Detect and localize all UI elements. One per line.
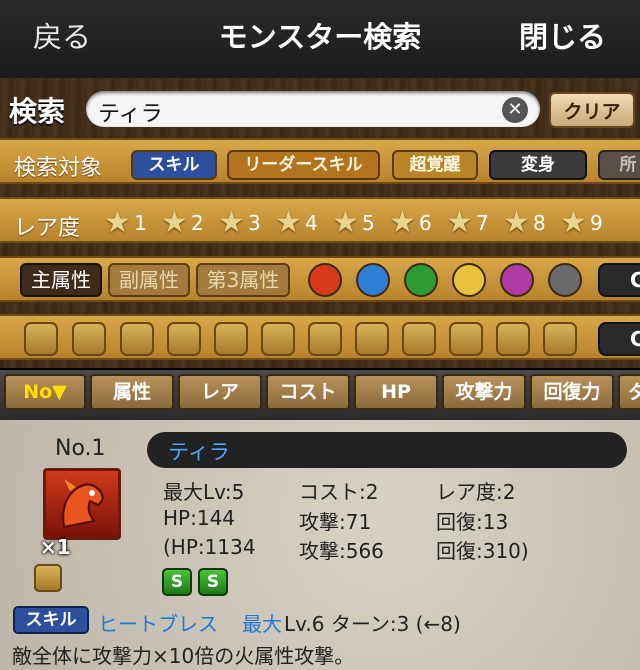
rarity-level[interactable]: 1 <box>134 211 161 235</box>
skill-boost-icon: S <box>198 568 228 596</box>
monster-number: No.1 <box>55 436 106 461</box>
star-icon[interactable]: ★ <box>275 205 305 240</box>
star-icon[interactable]: ★ <box>161 205 191 240</box>
main-attribute-button[interactable]: 主属性 <box>20 263 102 297</box>
skill-name: ヒートブレス <box>98 612 218 636</box>
awakening-icon[interactable] <box>355 322 389 356</box>
awakening-icon[interactable] <box>24 322 58 356</box>
awakening-icon[interactable] <box>449 322 483 356</box>
stat-recovery-max: 回復:310) <box>436 539 529 563</box>
rarity-level[interactable]: 9 <box>590 211 617 235</box>
sort-tab-no[interactable]: No▼ <box>4 374 86 410</box>
stat-hp-max: (HP:1134 <box>163 535 256 559</box>
sort-tab-more[interactable]: ダ <box>618 374 640 410</box>
monster-count: ×1 <box>40 535 71 559</box>
awakening-icon[interactable] <box>72 322 106 356</box>
search-label: 検索 <box>9 95 66 128</box>
skill-badge: スキル <box>13 606 89 634</box>
awakening-icon[interactable] <box>167 322 201 356</box>
target-leader-skill-chip[interactable]: リーダースキル <box>227 150 380 180</box>
fire-orb-icon[interactable] <box>308 263 342 297</box>
awakening-icon[interactable] <box>214 322 248 356</box>
rarity-level[interactable]: 3 <box>248 211 275 235</box>
target-skill-chip[interactable]: スキル <box>131 150 217 180</box>
target-transform-chip[interactable]: 変身 <box>489 150 587 180</box>
stat-attack-max: 攻撃:566 <box>299 539 384 563</box>
rarity-label: レア度 <box>14 216 81 241</box>
awakening-icon[interactable] <box>308 322 342 356</box>
star-icon[interactable]: ★ <box>332 205 362 240</box>
search-input-value: ティラ <box>98 102 163 127</box>
third-attribute-button[interactable]: 第3属性 <box>196 263 290 297</box>
search-target-label: 検索対象 <box>14 156 103 181</box>
monster-thumbnail[interactable] <box>43 468 121 540</box>
awakening-icon <box>34 564 62 592</box>
target-super-awakening-chip[interactable]: 超覚醒 <box>392 150 478 180</box>
star-icon[interactable]: ★ <box>503 205 533 240</box>
clear-input-icon[interactable]: ✕ <box>502 97 528 123</box>
top-nav: 戻る モンスター検索 閉じる <box>0 0 640 79</box>
dragon-icon <box>62 479 104 529</box>
star-icon[interactable]: ★ <box>218 205 248 240</box>
stat-rarity: レア度:2 <box>436 480 516 504</box>
target-owned-chip[interactable]: 所 <box>598 150 640 180</box>
awakening-icon[interactable] <box>402 322 436 356</box>
awakening-icon[interactable] <box>261 322 295 356</box>
clear-button[interactable]: クリア <box>549 92 635 128</box>
rarity-level[interactable]: 6 <box>419 211 446 235</box>
star-icon[interactable]: ★ <box>104 205 134 240</box>
rarity-level[interactable]: 5 <box>362 211 389 235</box>
rarity-level[interactable]: 4 <box>305 211 332 235</box>
skill-level-turns: Lv.6 ターン:3 (←8) <box>284 612 461 636</box>
awakening-icon[interactable] <box>120 322 154 356</box>
no-attribute-icon[interactable] <box>548 263 582 297</box>
awakening-icon[interactable] <box>496 322 530 356</box>
sort-tab-recovery[interactable]: 回復力 <box>530 374 614 410</box>
sort-tab-cost[interactable]: コスト <box>266 374 350 410</box>
star-icon[interactable]: ★ <box>389 205 419 240</box>
sort-tab-attack[interactable]: 攻撃力 <box>442 374 526 410</box>
close-button[interactable]: 閉じる <box>519 14 606 56</box>
rarity-level[interactable]: 8 <box>533 211 560 235</box>
stat-recovery: 回復:13 <box>436 510 509 534</box>
light-orb-icon[interactable] <box>452 263 486 297</box>
sub-attribute-button[interactable]: 副属性 <box>108 263 190 297</box>
stat-max-lv: 最大Lv:5 <box>163 480 245 504</box>
awakening-icon[interactable] <box>543 322 577 356</box>
skill-boost-icon: S <box>162 568 192 596</box>
sort-tab-attribute[interactable]: 属性 <box>90 374 174 410</box>
stat-hp: HP:144 <box>163 506 236 530</box>
attribute-toggle[interactable]: C <box>598 263 640 297</box>
star-icon[interactable]: ★ <box>446 205 476 240</box>
sort-tab-hp[interactable]: HP <box>354 374 438 410</box>
skill-max-label: 最大 <box>242 612 282 636</box>
skill-description: 敵全体に攻撃力×10倍の火属性攻撃。 <box>12 644 355 668</box>
monster-name: ティラ <box>168 440 230 464</box>
stat-attack: 攻撃:71 <box>299 510 372 534</box>
rarity-stars: ★ 1 ★ 2 ★ 3 ★ 4 ★ 5 ★ 6 ★ 7 ★ 8 ★ 9 <box>104 205 617 243</box>
dark-orb-icon[interactable] <box>500 263 534 297</box>
rarity-level[interactable]: 2 <box>191 211 218 235</box>
stat-cost: コスト:2 <box>299 480 379 504</box>
sort-tab-rarity[interactable]: レア <box>178 374 262 410</box>
water-orb-icon[interactable] <box>356 263 390 297</box>
wood-orb-icon[interactable] <box>404 263 438 297</box>
awakening-toggle[interactable]: C <box>598 322 640 356</box>
rarity-level[interactable]: 7 <box>476 211 503 235</box>
star-icon[interactable]: ★ <box>560 205 590 240</box>
